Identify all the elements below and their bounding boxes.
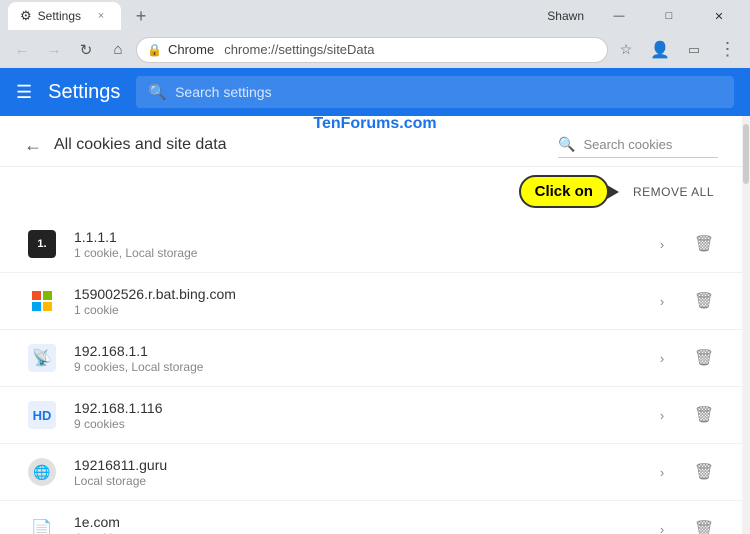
page-header-left: ← All cookies and site data xyxy=(24,135,227,156)
address-site-label: Chrome xyxy=(168,42,214,57)
tab-close-button[interactable]: × xyxy=(93,8,109,24)
hd-icon: HD xyxy=(33,408,52,423)
cookie-expand-button[interactable]: › xyxy=(648,515,676,534)
cookie-expand-button[interactable]: › xyxy=(648,458,676,486)
cookie-expand-button[interactable]: › xyxy=(648,401,676,429)
tab-title: Settings xyxy=(38,9,81,23)
avatar-button[interactable]: 👤 xyxy=(646,36,674,64)
home-button[interactable]: ⌂ xyxy=(104,36,132,64)
cookie-delete-button[interactable]: 🗑 xyxy=(690,287,718,315)
cookie-meta: 1 cookie xyxy=(74,303,634,317)
cookie-meta: Local storage xyxy=(74,474,634,488)
cookie-delete-button[interactable]: 🗑 xyxy=(690,230,718,258)
cookie-domain: 192.168.1.116 xyxy=(74,400,634,416)
search-placeholder: Search settings xyxy=(175,84,272,100)
cookie-info: 1.1.1.1 1 cookie, Local storage xyxy=(74,229,634,260)
active-tab[interactable]: ⚙ Settings × xyxy=(8,2,121,30)
remove-all-row: Click on REMOVE ALL xyxy=(0,167,742,216)
titlebar-right: Shawn — □ ✕ xyxy=(539,0,742,32)
router-icon: 📡 xyxy=(32,348,52,368)
cookie-meta: 1 cookie, Local storage xyxy=(74,246,634,260)
addressbar: ← → ↻ ⌂ 🔒 Chrome chrome://settings/siteD… xyxy=(0,32,750,68)
cookie-domain: 159002526.r.bat.bing.com xyxy=(74,286,634,302)
cookie-favicon: HD xyxy=(24,397,60,433)
maximize-button[interactable]: □ xyxy=(646,0,692,32)
search-cookies-placeholder: Search cookies xyxy=(583,137,672,152)
search-cookies-icon: 🔍 xyxy=(558,136,575,153)
cookie-delete-button[interactable]: 🗑 xyxy=(690,401,718,429)
cookie-delete-button[interactable]: 🗑 xyxy=(690,344,718,372)
cookie-domain: 192.168.1.1 xyxy=(74,343,634,359)
globe-icon: 🌐 xyxy=(28,458,56,486)
cookie-favicon: 1. xyxy=(24,226,60,262)
cookie-favicon: 🌐 xyxy=(24,454,60,490)
page-title: All cookies and site data xyxy=(54,136,227,154)
user-name: Shawn xyxy=(539,9,592,23)
cookie-expand-button[interactable]: › xyxy=(648,287,676,315)
titlebar-left: ⚙ Settings × + xyxy=(8,2,155,30)
cookie-favicon xyxy=(24,283,60,319)
address-box[interactable]: 🔒 Chrome chrome://settings/siteData xyxy=(136,37,608,63)
cookie-info: 192.168.1.1 9 cookies, Local storage xyxy=(74,343,634,374)
cookie-domain: 19216811.guru xyxy=(74,457,634,473)
cookie-delete-button[interactable]: 🗑 xyxy=(690,458,718,486)
address-actions: ☆ 👤 ▭ ⋮ xyxy=(612,36,742,64)
main-panel: ← All cookies and site data 🔍 Search coo… xyxy=(0,116,742,534)
header-search[interactable]: 🔍 Search settings xyxy=(136,76,734,108)
chrome-header: ☰ Settings 🔍 Search settings xyxy=(0,68,750,116)
scrollbar[interactable] xyxy=(742,116,750,534)
reload-button[interactable]: ↻ xyxy=(72,36,100,64)
titlebar: ⚙ Settings × + Shawn — □ ✕ xyxy=(0,0,750,32)
cookie-list: 1. 1.1.1.1 1 cookie, Local storage › 🗑 xyxy=(0,216,742,534)
search-icon: 🔍 xyxy=(148,83,167,101)
cookie-favicon: 📡 xyxy=(24,340,60,376)
cookie-domain: 1e.com xyxy=(74,514,634,530)
cookie-info: 192.168.1.116 9 cookies xyxy=(74,400,634,431)
cookie-item: 📡 192.168.1.1 9 cookies, Local storage ›… xyxy=(0,330,742,387)
click-on-callout: Click on xyxy=(519,175,609,208)
cookie-info: 159002526.r.bat.bing.com 1 cookie xyxy=(74,286,634,317)
header-title: Settings xyxy=(48,81,120,104)
file-icon: 📄 xyxy=(28,515,56,534)
cookie-domain: 1.1.1.1 xyxy=(74,229,634,245)
more-button[interactable]: ⋮ xyxy=(714,36,742,64)
scrollbar-thumb[interactable] xyxy=(743,124,749,184)
page-back-button[interactable]: ← xyxy=(24,135,42,156)
hamburger-icon[interactable]: ☰ xyxy=(16,82,32,103)
cookie-item: 1. 1.1.1.1 1 cookie, Local storage › 🗑 xyxy=(0,216,742,273)
back-button[interactable]: ← xyxy=(8,36,36,64)
bookmark-button[interactable]: ☆ xyxy=(612,36,640,64)
click-on-label: Click on xyxy=(535,183,593,200)
forward-button[interactable]: → xyxy=(40,36,68,64)
cookie-favicon: 📄 xyxy=(24,511,60,534)
search-cookies-box[interactable]: 🔍 Search cookies xyxy=(558,132,718,158)
cookie-meta: 9 cookies xyxy=(74,417,634,431)
cookie-meta: 9 cookies, Local storage xyxy=(74,360,634,374)
content-area: ← All cookies and site data 🔍 Search coo… xyxy=(0,116,750,534)
cookie-item: 159002526.r.bat.bing.com 1 cookie › 🗑 xyxy=(0,273,742,330)
address-url: chrome://settings/siteData xyxy=(224,42,374,57)
new-tab-button[interactable]: + xyxy=(127,2,155,30)
cookie-meta: 4 cookies xyxy=(74,531,634,534)
page-header: ← All cookies and site data 🔍 Search coo… xyxy=(0,116,742,167)
cookie-info: 19216811.guru Local storage xyxy=(74,457,634,488)
cookie-item: 🌐 19216811.guru Local storage › 🗑 xyxy=(0,444,742,501)
cookie-item: HD 192.168.1.116 9 cookies › 🗑 xyxy=(0,387,742,444)
cookie-expand-button[interactable]: › xyxy=(648,344,676,372)
cookie-expand-button[interactable]: › xyxy=(648,230,676,258)
bing-icon xyxy=(32,291,52,311)
cookie-info: 1e.com 4 cookies xyxy=(74,514,634,534)
cookie-item: 📄 1e.com 4 cookies › 🗑 xyxy=(0,501,742,534)
remove-all-button[interactable]: REMOVE ALL xyxy=(633,185,714,199)
tab-favicon: ⚙ xyxy=(20,8,32,24)
close-button[interactable]: ✕ xyxy=(696,0,742,32)
cookie-delete-button[interactable]: 🗑 xyxy=(690,515,718,534)
site-security-icon: 🔒 xyxy=(147,43,162,57)
minimize-button[interactable]: — xyxy=(596,0,642,32)
cast-button[interactable]: ▭ xyxy=(680,36,708,64)
